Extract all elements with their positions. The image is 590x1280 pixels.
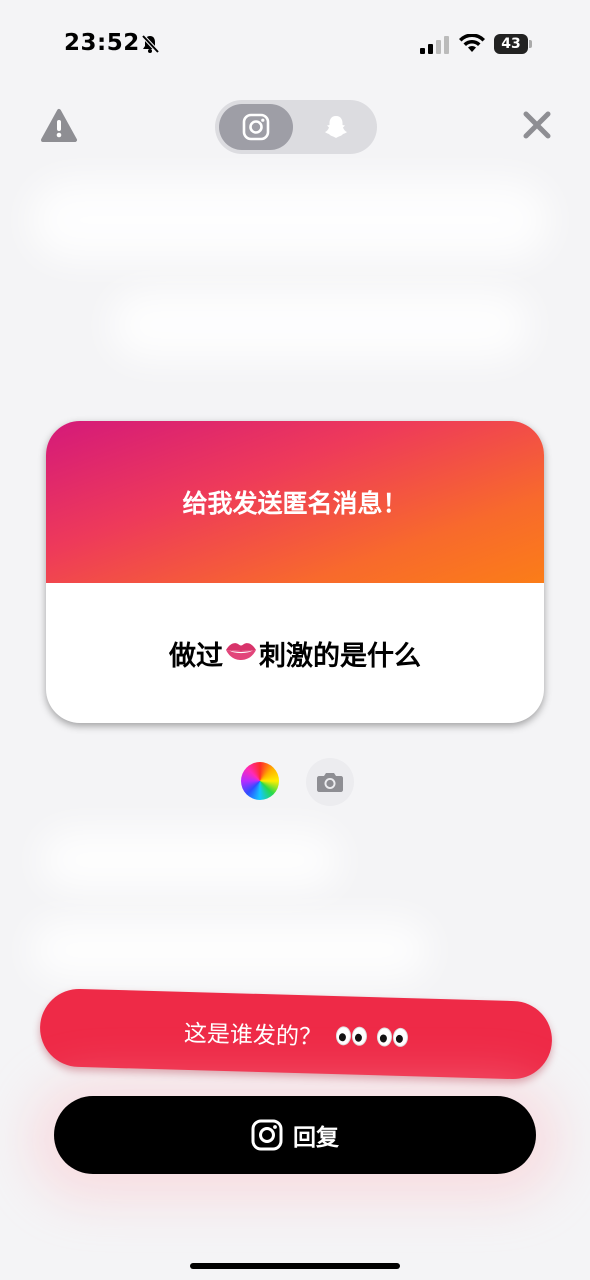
reply-button[interactable]: 回复 (54, 1096, 536, 1174)
color-wheel-icon[interactable] (241, 762, 279, 800)
camera-button[interactable] (306, 758, 354, 806)
close-icon (523, 111, 551, 139)
platform-toggle[interactable] (215, 100, 377, 154)
message-card: 给我发送匿名消息！ 做过 刺激的是什么 (46, 421, 544, 723)
card-header: 给我发送匿名消息！ (46, 421, 544, 583)
eyes-icon (335, 1025, 409, 1047)
who-sent-button[interactable]: 这是谁发的？ (39, 987, 553, 1081)
camera-icon (317, 773, 343, 792)
bell-slash-icon (140, 34, 160, 58)
close-button[interactable] (520, 108, 554, 142)
card-message-before: 做过 (169, 640, 223, 672)
status-bar: 23:52 43 (0, 26, 590, 66)
card-body: 做过 刺激的是什么 (46, 583, 544, 723)
snapchat-icon (325, 116, 347, 138)
screen: 23:52 43 给我发送匿名消息！ 做过 刺激的是什么 这是谁发的？ 回复 (0, 0, 590, 1280)
who-sent-label: 这是谁发的？ (183, 1020, 323, 1051)
instagram-icon (251, 1119, 283, 1151)
snapchat-option[interactable] (299, 104, 373, 150)
background-blur (40, 830, 340, 890)
instagram-icon (242, 113, 270, 141)
background-blur (30, 180, 550, 260)
card-header-text: 给我发送匿名消息！ (182, 489, 408, 518)
cellular-signal-icon (420, 36, 450, 58)
wifi-icon (458, 33, 486, 58)
home-indicator[interactable] (190, 1263, 400, 1269)
lips-icon (225, 638, 257, 669)
warning-icon (41, 109, 77, 142)
reply-label: 回复 (293, 1125, 339, 1151)
status-time: 23:52 (64, 30, 140, 56)
report-button[interactable] (40, 108, 78, 144)
instagram-option[interactable] (219, 104, 293, 150)
background-blur (30, 920, 430, 980)
battery-level: 43 (501, 36, 521, 52)
card-message-after: 刺激的是什么 (259, 640, 421, 672)
background-blur (110, 290, 530, 360)
battery-icon: 43 (494, 34, 532, 54)
